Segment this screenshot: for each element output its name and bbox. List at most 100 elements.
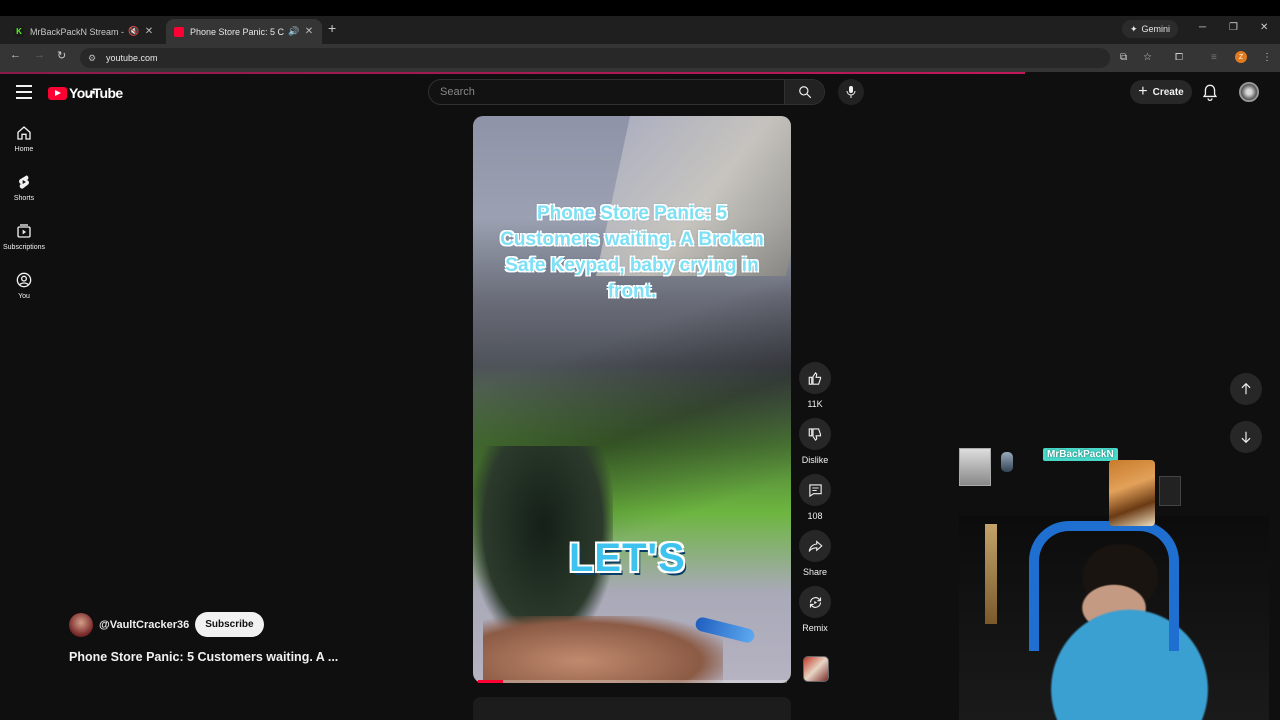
shorts-action-rail: 11K Dislike 108 Share Remix xyxy=(797,362,833,642)
page-load-progress xyxy=(0,72,1025,74)
tab-title: MrBackPackN Stream - Watch xyxy=(30,26,124,37)
shorts-video-player[interactable]: Phone Store Panic: 5 Customers waiting. … xyxy=(473,116,791,683)
speaker-icon[interactable]: 🔊 xyxy=(288,26,300,37)
search-box xyxy=(428,79,825,105)
close-tab-icon[interactable]: ✕ xyxy=(304,26,314,37)
short-title[interactable]: Phone Store Panic: 5 Customers waiting. … xyxy=(69,650,338,664)
reload-icon[interactable]: ↻ xyxy=(57,49,66,62)
video-big-text-overlay: LET'S xyxy=(569,536,686,580)
channel-avatar[interactable] xyxy=(69,612,93,637)
wall-poster xyxy=(959,448,991,486)
hamburger-menu-icon[interactable] xyxy=(16,85,32,99)
remix-icon xyxy=(809,596,821,608)
voice-search-button[interactable] xyxy=(838,79,864,105)
video-caption-overlay: Phone Store Panic: 5 Customers waiting. … xyxy=(500,203,764,302)
create-button[interactable]: + Create xyxy=(1130,80,1192,104)
dislike-button[interactable] xyxy=(799,418,831,450)
video-progress-bar[interactable] xyxy=(478,680,787,683)
browser-menu-icon[interactable]: ⋮ xyxy=(1262,52,1272,63)
thumbs-up-icon xyxy=(808,371,821,385)
search-input[interactable] xyxy=(429,80,784,104)
you-icon xyxy=(16,272,32,288)
url-field[interactable]: ⚙ youtube.com xyxy=(80,48,1110,68)
comments-button[interactable] xyxy=(799,474,831,506)
tab-youtube-short[interactable]: Phone Store Panic: 5 Customers waiting 🔊… xyxy=(166,19,322,44)
like-button[interactable] xyxy=(799,362,831,394)
create-label: Create xyxy=(1152,86,1184,98)
remix-button[interactable] xyxy=(799,586,831,618)
browser-tab-bar: K MrBackPackN Stream - Watch 🔇 ✕ Phone S… xyxy=(0,16,1280,44)
subscribe-button[interactable]: Subscribe xyxy=(195,612,264,637)
plus-icon: + xyxy=(1138,83,1148,100)
streamer-webcam-overlay: MrBackPackN xyxy=(959,446,1280,720)
url-text: youtube.com xyxy=(106,53,158,63)
next-short-peek xyxy=(473,697,791,720)
search-button[interactable] xyxy=(784,80,824,104)
video-progress-fill xyxy=(478,680,503,683)
reading-list-icon[interactable]: ≡ xyxy=(1211,52,1217,63)
subscriptions-icon xyxy=(17,224,31,238)
comments-action: 108 xyxy=(797,474,833,522)
back-icon[interactable]: ← xyxy=(10,49,21,61)
muted-speaker-icon[interactable]: 🔇 xyxy=(128,26,140,37)
mouse-cursor-icon: ➚ xyxy=(86,86,97,101)
browser-profile-avatar[interactable]: Z xyxy=(1235,51,1247,63)
top-letterbox xyxy=(0,0,1280,16)
guide-item-shorts[interactable]: Shorts xyxy=(0,167,48,216)
wall-sign xyxy=(1159,476,1181,506)
share-label: Share xyxy=(802,567,828,577)
site-info-icon[interactable]: ⚙ xyxy=(88,53,98,63)
channel-handle[interactable]: @VaultCracker36 xyxy=(99,619,189,631)
youtube-favicon-icon xyxy=(174,26,184,37)
thumbs-down-icon xyxy=(808,427,821,441)
guide-label: You xyxy=(18,293,30,300)
share-button[interactable] xyxy=(799,530,831,562)
youtube-play-icon xyxy=(48,86,67,100)
guide-item-you[interactable]: You xyxy=(0,265,48,314)
guide-item-subscriptions[interactable]: Subscriptions xyxy=(0,216,48,265)
install-app-icon[interactable]: ⧉ xyxy=(1120,52,1127,63)
dislike-label: Dislike xyxy=(801,455,829,465)
close-window-icon[interactable]: ✕ xyxy=(1260,22,1268,33)
like-action: 11K xyxy=(797,362,833,410)
mini-guide: Home Shorts Subscriptions You xyxy=(0,118,48,314)
guide-label: Home xyxy=(14,146,34,153)
channel-thumbnail-button[interactable] xyxy=(803,656,829,682)
tab-title: Phone Store Panic: 5 Customers waiting xyxy=(190,26,284,37)
forward-icon[interactable]: → xyxy=(34,49,45,61)
guide-label: Subscriptions xyxy=(2,244,46,251)
comment-icon xyxy=(808,483,822,497)
bookmark-star-icon[interactable]: ☆ xyxy=(1143,52,1152,63)
share-action: Share xyxy=(797,530,833,578)
channel-row: @VaultCracker36 Subscribe xyxy=(69,612,264,637)
shorts-icon xyxy=(19,175,29,189)
search-icon xyxy=(798,86,811,99)
account-avatar[interactable] xyxy=(1239,82,1259,102)
extensions-icon[interactable]: ⧠ xyxy=(1175,52,1183,63)
guide-item-home[interactable]: Home xyxy=(0,118,48,167)
remix-label: Remix xyxy=(802,623,828,633)
guide-label: Shorts xyxy=(13,195,35,202)
dislike-action: Dislike xyxy=(797,418,833,466)
microphone-icon xyxy=(846,86,856,98)
previous-short-button[interactable] xyxy=(1230,373,1262,405)
gemini-sparkle-icon: ✦ xyxy=(1130,23,1138,34)
notifications-bell-icon[interactable] xyxy=(1202,84,1218,106)
close-tab-icon[interactable]: ✕ xyxy=(144,26,154,37)
comment-count: 108 xyxy=(807,511,823,521)
video-frame-hand xyxy=(483,616,723,683)
restore-icon[interactable]: ❐ xyxy=(1229,22,1238,33)
like-count: 11K xyxy=(807,399,823,409)
arrow-down-icon xyxy=(1241,431,1251,444)
gemini-button[interactable]: ✦ Gemini xyxy=(1122,20,1179,38)
minimize-icon[interactable]: ─ xyxy=(1199,22,1206,33)
figurine xyxy=(1001,452,1013,472)
new-tab-button[interactable]: + xyxy=(328,20,336,36)
tiger-poster xyxy=(1109,460,1155,526)
remix-action: Remix xyxy=(797,586,833,634)
wall-shelf xyxy=(985,524,997,624)
gaming-chair xyxy=(1029,521,1179,651)
share-arrow-icon xyxy=(808,539,823,552)
tab-stream[interactable]: K MrBackPackN Stream - Watch 🔇 ✕ xyxy=(6,19,162,44)
gemini-label: Gemini xyxy=(1141,24,1171,34)
